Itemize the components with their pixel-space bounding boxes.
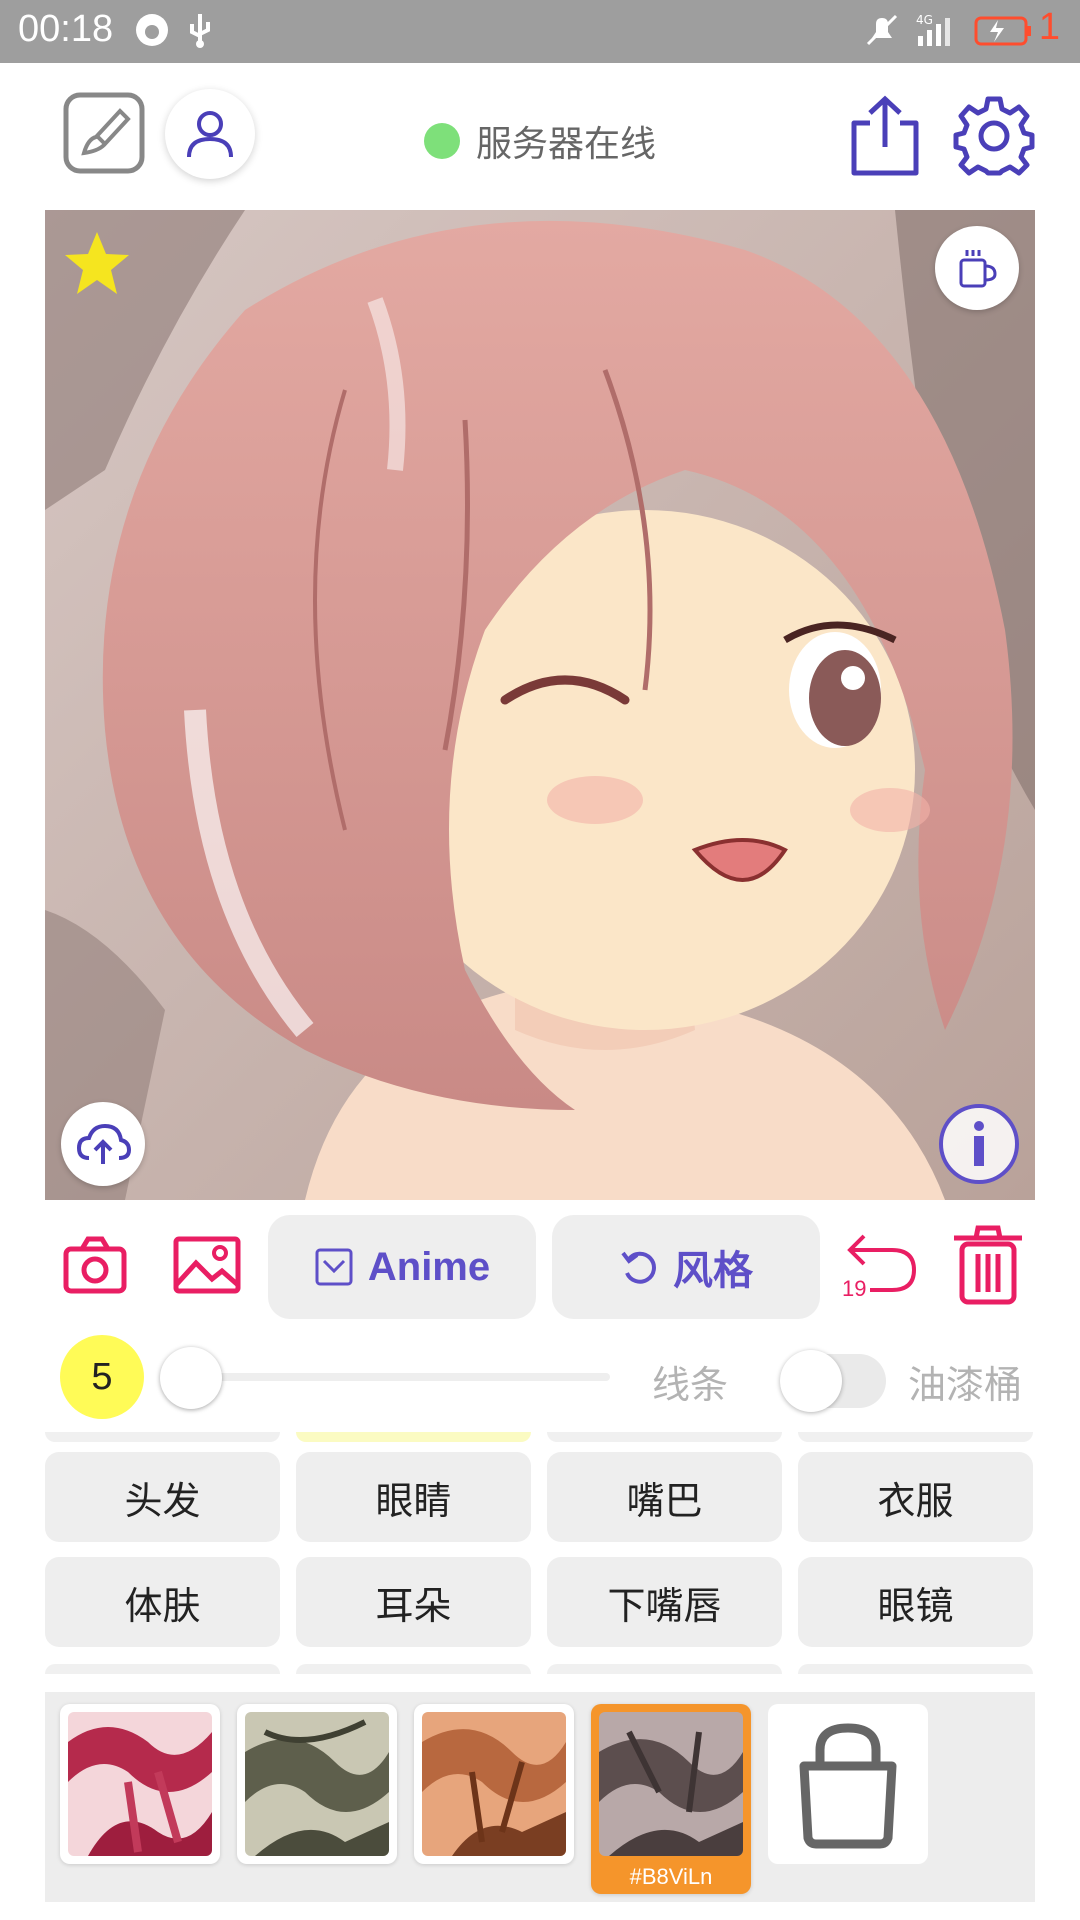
part-lower-lip-button[interactable]: 下嘴唇 [547,1557,782,1647]
camera-button[interactable] [62,1232,128,1298]
part-ghost-selected [296,1432,531,1442]
server-status-text: 服务器在线 [476,124,657,165]
share-icon [851,95,919,176]
brush-size-track[interactable] [190,1373,610,1381]
brush-size-thumb[interactable] [160,1347,222,1409]
settings-button[interactable] [952,93,1036,177]
signal-4g-icon: 4G [912,10,958,50]
swatch-red-texture [68,1712,212,1856]
info-button[interactable] [937,1102,1021,1186]
style-label: 风格 [673,1249,753,1293]
mode-toggle-button[interactable]: Anime [268,1215,536,1319]
edit-sketch-icon [63,92,145,174]
bucket-label: 油漆桶 [908,1363,1023,1407]
brush-controls: 5 线条 油漆桶 [0,1330,1080,1422]
line-mode-label: 线条 [652,1363,729,1407]
style-button[interactable]: 风格 [552,1215,820,1319]
drawing-canvas[interactable] [45,210,1035,1200]
info-icon [939,1104,1019,1184]
online-indicator [424,123,460,159]
style-swatch-selected[interactable]: #B8ViLn [591,1704,751,1894]
selected-style-code: #B8ViLn [629,1864,713,1889]
part-ghost [547,1664,782,1674]
status-time: 00:18 [18,8,114,50]
user-profile-button[interactable] [165,89,255,179]
style-shop-button[interactable] [768,1704,928,1864]
sketch-mode-button[interactable] [62,91,146,175]
gallery-button[interactable] [172,1232,242,1298]
mail-box-icon [315,1248,353,1286]
status-bar: 00:18 4G 1 [0,0,1080,63]
style-swatch[interactable] [414,1704,574,1864]
mode-label: Anime [367,1244,491,1289]
top-bar: 服务器在线 [0,63,1080,208]
favorite-button[interactable] [55,222,139,306]
bucket-toggle-knob[interactable] [780,1350,842,1412]
part-ghost [45,1432,280,1442]
part-hair-button[interactable]: 头发 [45,1452,280,1542]
swatch-gray-texture [599,1712,743,1856]
style-swatch[interactable] [237,1704,397,1864]
coffee-button[interactable] [935,226,1019,310]
style-palette: #B8ViLn [45,1692,1035,1902]
gear-icon [953,96,1035,176]
user-icon [187,111,233,158]
swatch-orange-texture [422,1712,566,1856]
swatch-olive-texture [245,1712,389,1856]
part-clothes-button[interactable]: 衣服 [798,1452,1033,1542]
part-skin-button[interactable]: 体肤 [45,1557,280,1647]
refresh-icon [621,1251,656,1284]
part-ghost [547,1432,782,1442]
battery-level: 1 [1038,6,1060,48]
mute-icon [862,10,902,50]
part-ghost [45,1664,280,1674]
cloud-upload-icon [76,1123,131,1164]
app-notification-icon [132,10,172,50]
battery-icon [972,10,1032,50]
part-ghost [798,1664,1033,1674]
undo-count: 19 [842,1276,867,1301]
part-mouth-button[interactable]: 嘴巴 [547,1452,782,1542]
coffee-cup-icon [959,250,997,288]
delete-button[interactable] [950,1224,1026,1306]
share-button[interactable] [848,93,922,179]
part-ghost [798,1432,1033,1442]
part-eyes-button[interactable]: 眼睛 [296,1452,531,1542]
parts-grid: 头发 眼睛 嘴巴 衣服 体肤 耳朵 下嘴唇 眼镜 [45,1432,1035,1674]
shopping-bag-icon [799,1723,897,1849]
star-icon [65,232,129,294]
action-toolbar: Anime 风格 19 [0,1212,1080,1322]
brush-size-badge: 5 [60,1335,144,1419]
anime-portrait-image [45,210,1035,1200]
trash-icon [954,1225,1022,1305]
server-status: 服务器在线 [424,115,656,167]
upload-cloud-button[interactable] [61,1102,145,1186]
style-swatch[interactable] [60,1704,220,1864]
image-icon [173,1236,241,1294]
part-glasses-button[interactable]: 眼镜 [798,1557,1033,1647]
part-ears-button[interactable]: 耳朵 [296,1557,531,1647]
camera-icon [63,1236,127,1294]
svg-text:4G: 4G [916,13,933,27]
usb-icon [180,10,220,50]
part-ghost [296,1664,531,1674]
